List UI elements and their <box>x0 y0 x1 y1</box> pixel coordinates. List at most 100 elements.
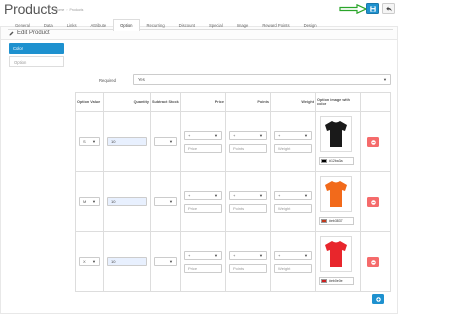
tab-data[interactable]: Data <box>37 19 60 30</box>
price-prefix: + <box>188 192 191 198</box>
col-option-value: Option Value <box>75 92 104 112</box>
pencil-icon <box>9 31 14 35</box>
price-input[interactable]: Price <box>184 143 222 153</box>
remove-row-button[interactable] <box>367 197 379 207</box>
weight-prefix: + <box>278 192 281 198</box>
col-weight: Weight <box>270 92 316 112</box>
tshirt-icon <box>325 121 347 147</box>
option-value: X <box>83 259 86 264</box>
points-prefix-select[interactable]: + ▼ <box>229 190 267 200</box>
tab-general[interactable]: General <box>8 19 37 30</box>
tab-links[interactable]: Links <box>60 19 84 30</box>
points-input[interactable]: Points <box>229 203 267 213</box>
option-image[interactable] <box>320 116 352 152</box>
price-input[interactable]: Price <box>184 263 222 273</box>
add-option-value-button[interactable] <box>372 294 384 304</box>
price-prefix-select[interactable]: + ▼ <box>184 130 222 140</box>
chevron-down-icon: ▼ <box>259 192 263 198</box>
option-value: M <box>83 199 87 204</box>
required-select[interactable]: Yes ▼ <box>133 74 391 85</box>
tab-design[interactable]: Design <box>297 19 324 30</box>
remove-row-button[interactable] <box>367 137 379 147</box>
remove-row-button[interactable] <box>367 257 379 267</box>
tab-discount[interactable]: Discount <box>172 19 202 30</box>
subtract-stock-select[interactable]: ▼ <box>154 137 177 146</box>
weight-input[interactable]: Weight <box>274 203 312 213</box>
tab-option[interactable]: Option <box>113 19 140 31</box>
chevron-down-icon: ▼ <box>169 139 173 144</box>
weight-prefix: + <box>278 132 281 138</box>
chevron-down-icon: ▼ <box>92 199 96 204</box>
breadcrumb-products[interactable]: Products <box>70 8 84 12</box>
col-quantity: Quantity <box>103 92 151 112</box>
side-item-label: Color <box>13 46 24 51</box>
option-value-select[interactable]: X ▼ <box>79 257 100 266</box>
price-prefix-select[interactable]: + ▼ <box>184 250 222 260</box>
color-code: #eb3837 <box>329 219 343 223</box>
chevron-down-icon: ▼ <box>92 259 96 264</box>
subtract-stock-select[interactable]: ▼ <box>154 257 177 266</box>
tab-image[interactable]: Image <box>230 19 256 30</box>
points-prefix-select[interactable]: + ▼ <box>229 130 267 140</box>
minus-circle-icon <box>370 139 376 145</box>
option-value-select[interactable]: S ▼ <box>79 137 100 146</box>
weight-prefix-select[interactable]: + ▼ <box>274 130 312 140</box>
points-prefix-select[interactable]: + ▼ <box>229 250 267 260</box>
tab-recurring[interactable]: Recurring <box>140 19 172 30</box>
color-picker-field[interactable]: #eb0e0e <box>319 277 354 285</box>
reply-icon <box>385 6 392 11</box>
tab-attribute[interactable]: Attribute <box>84 19 114 30</box>
col-actions <box>360 92 391 112</box>
side-item-color[interactable]: Color <box>9 43 64 54</box>
color-swatch <box>321 219 327 223</box>
weight-prefix-select[interactable]: + ▼ <box>274 250 312 260</box>
points-prefix: + <box>233 132 236 138</box>
subtract-stock-select[interactable]: ▼ <box>154 197 177 206</box>
chevron-down-icon: ▼ <box>169 199 173 204</box>
tab-special[interactable]: Special <box>202 19 230 30</box>
breadcrumb-home[interactable]: Home <box>55 8 64 12</box>
points-input[interactable]: Points <box>229 263 267 273</box>
color-swatch <box>321 279 327 283</box>
save-button[interactable] <box>366 3 379 14</box>
color-picker-field[interactable]: #eb3837 <box>319 217 354 225</box>
quantity-input[interactable]: 10 <box>107 257 147 266</box>
tab-reward-points[interactable]: Reward Points <box>255 19 296 30</box>
chevron-down-icon: ▼ <box>304 132 308 138</box>
points-input[interactable]: Points <box>229 143 267 153</box>
minus-circle-icon <box>370 199 376 205</box>
quantity-input[interactable]: 10 <box>107 197 147 206</box>
back-button[interactable] <box>382 3 395 14</box>
page-title: Products <box>4 1 58 17</box>
save-icon <box>369 5 376 12</box>
quantity-input[interactable]: 10 <box>107 137 147 146</box>
chevron-down-icon: ▼ <box>214 192 218 198</box>
weight-input[interactable]: Weight <box>274 143 312 153</box>
chevron-down-icon: ▼ <box>214 252 218 258</box>
tab-bar: General Data Links Attribute Option Recu… <box>8 19 393 31</box>
color-picker-field[interactable]: #12ba3a <box>319 157 354 165</box>
tshirt-icon <box>325 241 347 267</box>
required-label: Required <box>99 78 116 83</box>
chevron-down-icon: ▼ <box>383 77 387 82</box>
chevron-down-icon: ▼ <box>304 252 308 258</box>
option-value: S <box>83 139 86 144</box>
col-price: Price <box>180 92 226 112</box>
table-row: M ▼ 10 ▼ + ▼ Price + ▼ Points + ▼ Weight #eb383… <box>75 171 391 232</box>
price-prefix-select[interactable]: + ▼ <box>184 190 222 200</box>
table-header-row: Option Value Quantity Subtract Stock Pri… <box>75 92 391 112</box>
chevron-down-icon: ▼ <box>259 252 263 258</box>
option-image[interactable] <box>320 176 352 212</box>
weight-input[interactable]: Weight <box>274 263 312 273</box>
chevron-down-icon: ▼ <box>92 139 96 144</box>
col-subtract-stock: Subtract Stock <box>150 92 181 112</box>
option-image[interactable] <box>320 236 352 272</box>
option-values-table: Option Value Quantity Subtract Stock Pri… <box>75 92 391 292</box>
option-side-nav: Color Option <box>9 43 64 67</box>
option-value-select[interactable]: M ▼ <box>79 197 100 206</box>
side-item-option[interactable]: Option <box>9 56 64 67</box>
weight-prefix-select[interactable]: + ▼ <box>274 190 312 200</box>
price-input[interactable]: Price <box>184 203 222 213</box>
chevron-down-icon: ▼ <box>169 259 173 264</box>
color-code: #12ba3a <box>329 159 343 163</box>
